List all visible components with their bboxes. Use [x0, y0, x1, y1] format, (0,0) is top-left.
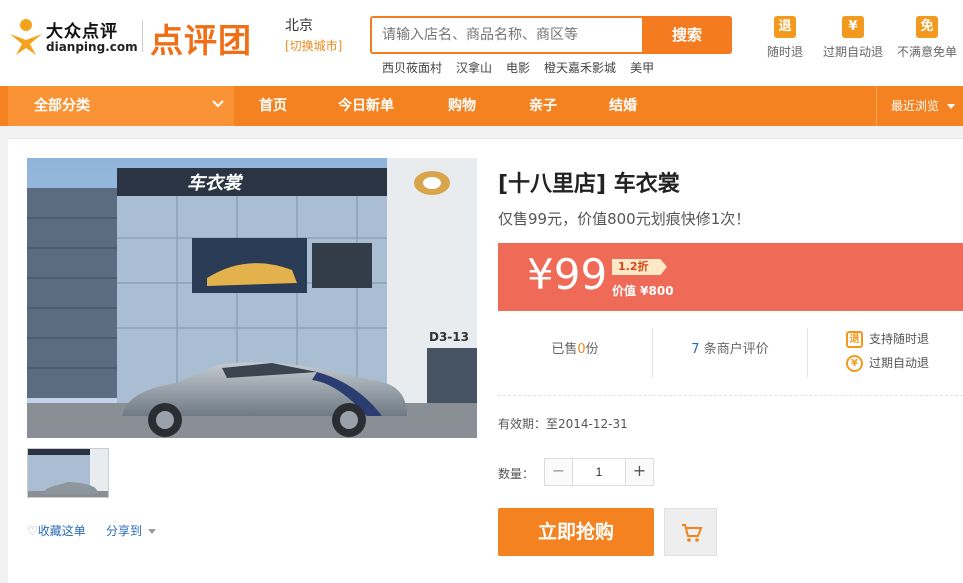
- divider: [498, 395, 963, 396]
- deal-photo[interactable]: 车衣裳 D3-13: [27, 158, 477, 438]
- nav-home[interactable]: 首页: [259, 86, 287, 126]
- refund-anytime-icon: 退: [774, 16, 796, 38]
- dianping-logo[interactable]: 大众点评 dianping.com: [6, 14, 138, 62]
- divider: [807, 328, 808, 378]
- recently-viewed-menu[interactable]: 最近浏览: [876, 86, 963, 126]
- hot-link[interactable]: 汉拿山: [456, 61, 492, 75]
- merchant-reviews[interactable]: 7 条商户评价: [653, 323, 807, 381]
- dianping-logo-icon: [10, 19, 42, 55]
- search-button[interactable]: 搜索: [644, 18, 730, 52]
- alarm-clock-icon: ¥: [842, 16, 864, 38]
- building-number: D3-13: [429, 330, 469, 344]
- hot-link[interactable]: 美甲: [630, 61, 654, 75]
- hot-link[interactable]: 橙天嘉禾影城: [544, 61, 616, 75]
- store-sign-text: 车衣裳: [187, 173, 244, 194]
- badge-label: 过期自动退: [822, 45, 883, 59]
- add-to-cart-button[interactable]: [664, 508, 717, 556]
- badge-expired-refund[interactable]: ¥ 过期自动退: [818, 16, 888, 60]
- hot-link[interactable]: 电影: [506, 61, 530, 75]
- share-link[interactable]: 分享到: [106, 522, 156, 539]
- service-badges: 退 随时退 ¥ 过期自动退 免 不满意免单: [765, 16, 963, 66]
- guarantee-label: 过期自动退: [869, 356, 930, 370]
- photo-thumbnail[interactable]: [27, 448, 109, 498]
- recently-viewed-label: 最近浏览: [891, 99, 940, 113]
- current-city: 北京: [285, 18, 313, 34]
- refund-anytime-icon: 退: [846, 331, 863, 348]
- nav-parenting[interactable]: 亲子: [529, 86, 557, 126]
- sold-suffix: 份: [585, 342, 599, 357]
- caret-down-icon: [946, 103, 955, 109]
- heart-icon: ♡: [27, 524, 38, 538]
- guarantee-label: 支持随时退: [869, 332, 930, 346]
- logo-divider: [142, 20, 143, 52]
- sold-count: 已售0份: [498, 323, 652, 381]
- favorite-label: 收藏这单: [37, 524, 86, 538]
- search-input[interactable]: [372, 18, 642, 52]
- nav-shopping[interactable]: 购物: [448, 86, 476, 126]
- deal-subtitle: 仅售99元，价值800元划痕快修1次！: [498, 210, 751, 228]
- thumbnail-image: [28, 449, 108, 497]
- reviews-label: 条商户评价: [703, 342, 769, 357]
- badge-label: 随时退: [766, 45, 803, 59]
- expired-refund-icon: ¥: [846, 355, 863, 372]
- all-categories-menu[interactable]: 全部分类: [8, 86, 234, 126]
- logo-domain: dianping.com: [46, 40, 138, 54]
- deal-price: ¥99: [527, 250, 608, 299]
- hot-link[interactable]: 西贝莜面村: [382, 61, 442, 75]
- share-label: 分享到: [106, 524, 143, 538]
- favorite-link[interactable]: ♡收藏这单: [27, 522, 86, 539]
- shopping-cart-icon: [682, 524, 703, 542]
- nav-wedding[interactable]: 结婚: [609, 86, 637, 126]
- tuan-logo[interactable]: 点评团: [150, 14, 252, 62]
- guarantee-item: 退支持随时退: [846, 330, 929, 354]
- buy-now-button[interactable]: 立即抢购: [498, 508, 654, 556]
- quantity-input[interactable]: [573, 459, 625, 485]
- switch-city-link[interactable]: [切换城市]: [285, 37, 342, 54]
- reviews-number: 7: [691, 342, 700, 357]
- guarantee-item: ¥ 过期自动退: [846, 354, 929, 378]
- sold-number: 0: [577, 342, 586, 357]
- validity-period: 有效期：至2014-12-31: [498, 417, 628, 431]
- guarantee-list: 退支持随时退 ¥ 过期自动退: [846, 330, 929, 378]
- increase-quantity-button[interactable]: +: [625, 459, 653, 485]
- badge-refund-anytime[interactable]: 退 随时退: [750, 16, 820, 60]
- site-header: 大众点评 dianping.com 点评团 北京 [切换城市] 搜索 西贝莜面村…: [0, 0, 963, 86]
- free-icon: 免: [916, 16, 938, 38]
- nav-new-today[interactable]: 今日新单: [338, 86, 394, 126]
- decrease-quantity-button[interactable]: −: [545, 459, 573, 485]
- logo-text: 大众点评: [46, 22, 118, 42]
- original-price: 价值 ¥800: [612, 284, 674, 298]
- discount-tag: 1.2折: [612, 259, 667, 275]
- quantity-stepper: − +: [544, 458, 654, 486]
- chevron-down-icon: [212, 100, 224, 108]
- deal-title: [十八里店] 车衣裳: [498, 172, 680, 197]
- badge-free-if-unsatisfied[interactable]: 免 不满意免单: [892, 16, 962, 60]
- all-categories-label: 全部分类: [34, 98, 90, 114]
- quantity-label: 数量：: [498, 467, 535, 481]
- storefront-image: 车衣裳 D3-13: [27, 158, 477, 438]
- badge-label: 不满意免单: [896, 45, 957, 59]
- main-nav: 全部分类 首页 今日新单 购物 亲子 结婚 最近浏览: [0, 86, 963, 126]
- sold-prefix: 已售: [551, 342, 578, 357]
- hot-search-links: 西贝莜面村 汉拿山 电影 橙天嘉禾影城 美甲: [382, 59, 668, 76]
- caret-down-icon: [147, 528, 156, 534]
